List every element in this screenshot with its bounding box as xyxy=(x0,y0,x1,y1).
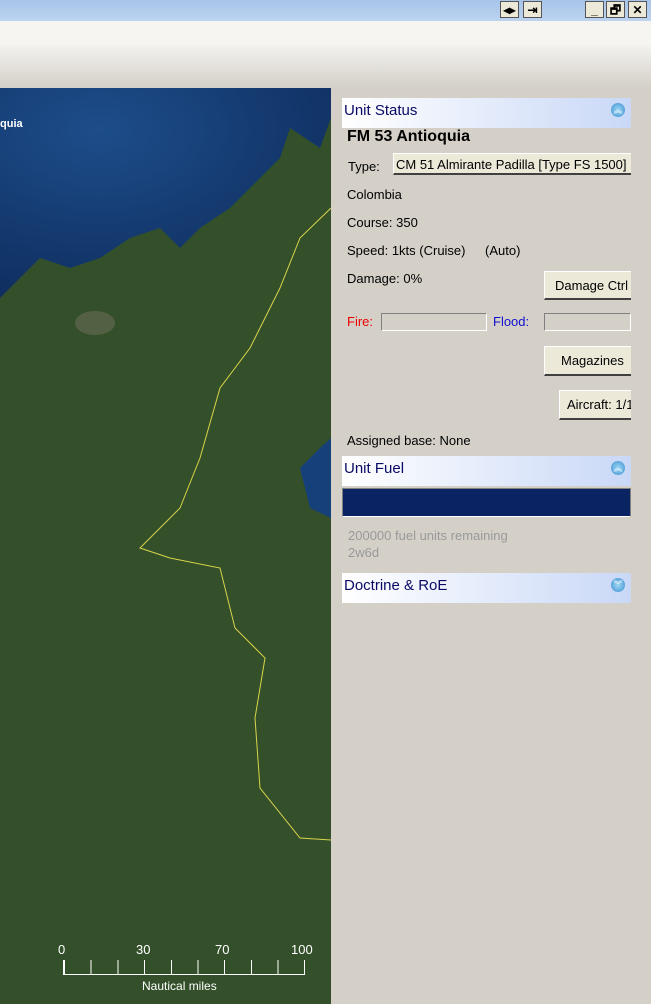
assigned-base: Assigned base: None xyxy=(347,433,471,448)
map-label: quia xyxy=(0,118,23,130)
collapse-icon[interactable]: ︽ xyxy=(611,461,625,475)
aircraft-button[interactable]: Aircraft: 1/1 xyxy=(559,390,631,420)
speed-mode: (Auto) xyxy=(485,243,521,258)
scale-tick-label: 70 xyxy=(215,942,230,957)
expand-icon[interactable]: ︾ xyxy=(611,578,625,592)
collapse-icon[interactable]: ︽ xyxy=(611,103,625,117)
fuel-bar xyxy=(342,488,631,517)
section-title: Unit Fuel xyxy=(344,460,405,477)
toolbar-band xyxy=(0,45,651,88)
fuel-duration: 2w6d xyxy=(348,545,380,560)
type-label: Type: xyxy=(348,159,380,174)
unit-panel: Unit Status ︽ FM 53 Antioquia Type: CM 51… xyxy=(331,88,651,1004)
flood-bar xyxy=(544,313,631,331)
scale-tick-label: 100 xyxy=(291,942,313,957)
scale-tick-label: 30 xyxy=(136,942,151,957)
course: Course: 350 xyxy=(347,215,418,230)
scale-tick-label: 0 xyxy=(58,942,66,957)
toolbar xyxy=(0,21,651,45)
doctrine-header[interactable]: Doctrine & RoE ︾ xyxy=(342,573,631,603)
flood-label: Flood: xyxy=(493,314,530,329)
swap-icon[interactable]: ◂▸ xyxy=(500,1,519,18)
map-terrain xyxy=(0,88,331,1004)
minimize-button[interactable]: _ xyxy=(585,1,604,18)
unit-fuel-header[interactable]: Unit Fuel ︽ xyxy=(342,456,631,486)
type-value[interactable]: CM 51 Almirante Padilla [Type FS 1500] xyxy=(393,153,631,175)
damage-ctrl-button[interactable]: Damage Ctrl xyxy=(544,271,631,300)
speed: Speed: 1kts (Cruise) xyxy=(347,243,466,258)
section-title: Doctrine & RoE xyxy=(344,577,448,594)
title-bar: ◂▸ ⇥ _ 🗗 ✕ xyxy=(0,0,651,21)
fuel-remaining: 200000 fuel units remaining xyxy=(348,528,508,543)
fuel-bar-fill xyxy=(343,489,630,516)
unit-name: FM 53 Antioquia xyxy=(347,128,470,145)
section-title: Unit Status xyxy=(344,102,418,119)
damage: Damage: 0% xyxy=(347,271,423,286)
fire-label: Fire: xyxy=(347,314,373,329)
close-button[interactable]: ✕ xyxy=(628,1,647,18)
scale-unit: Nautical miles xyxy=(142,979,217,993)
undock-icon[interactable]: ⇥ xyxy=(523,1,542,18)
restore-button[interactable]: 🗗 xyxy=(606,1,625,18)
map-view[interactable]: quia 0 30 70 100 Nautical miles xyxy=(0,88,331,1004)
fire-bar xyxy=(381,313,487,331)
unit-status-header[interactable]: Unit Status ︽ xyxy=(342,98,631,128)
country: Colombia xyxy=(347,187,402,202)
magazines-button[interactable]: Magazines xyxy=(544,346,631,376)
